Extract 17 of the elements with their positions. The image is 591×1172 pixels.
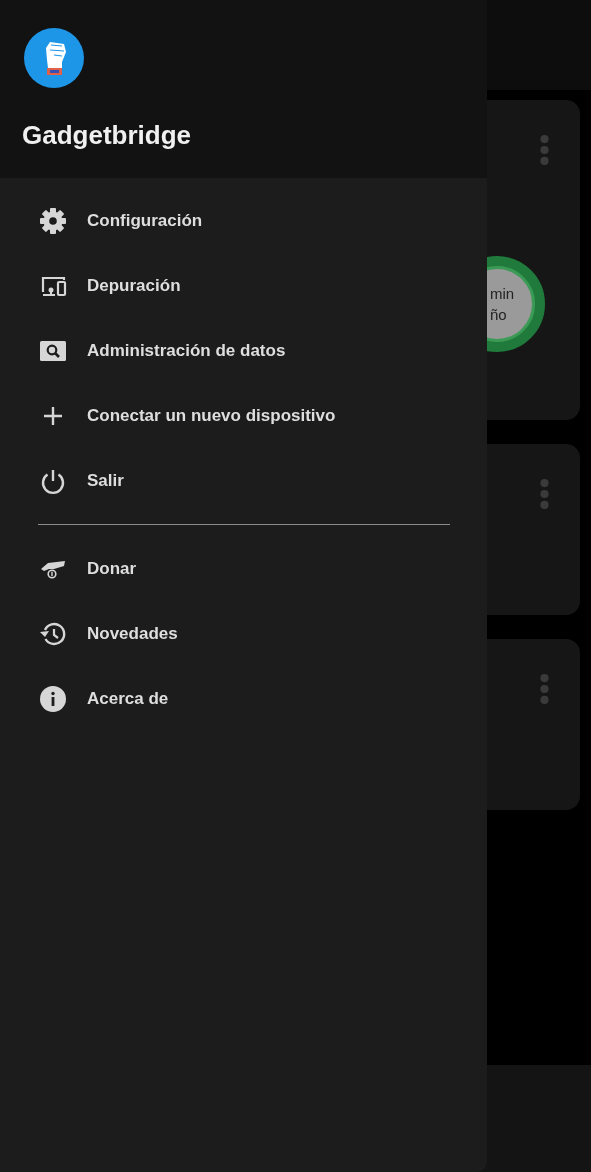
fist-logo-icon	[24, 28, 84, 88]
menu-item[interactable]: Acerca de	[0, 666, 487, 731]
menu-item[interactable]: Administración de datos	[0, 318, 487, 383]
settings-icon	[39, 206, 67, 235]
more-options-icon[interactable]	[540, 674, 549, 704]
menu-item[interactable]: Conectar un nuevo dispositivo	[0, 383, 487, 448]
menu-item[interactable]: Salir	[0, 448, 487, 513]
menu-item[interactable]: Donar	[0, 536, 487, 601]
app-title: Gadgetbridge	[22, 120, 192, 151]
more-options-icon[interactable]	[540, 135, 549, 165]
info-icon	[39, 684, 67, 713]
menu-item[interactable]: Novedades	[0, 601, 487, 666]
menu-item[interactable]: Configuración	[0, 188, 487, 253]
ring-label: min	[490, 285, 515, 302]
ring-label: ño	[490, 306, 507, 323]
menu-item[interactable]: Depuración	[0, 253, 487, 318]
more-options-icon[interactable]	[540, 479, 549, 509]
